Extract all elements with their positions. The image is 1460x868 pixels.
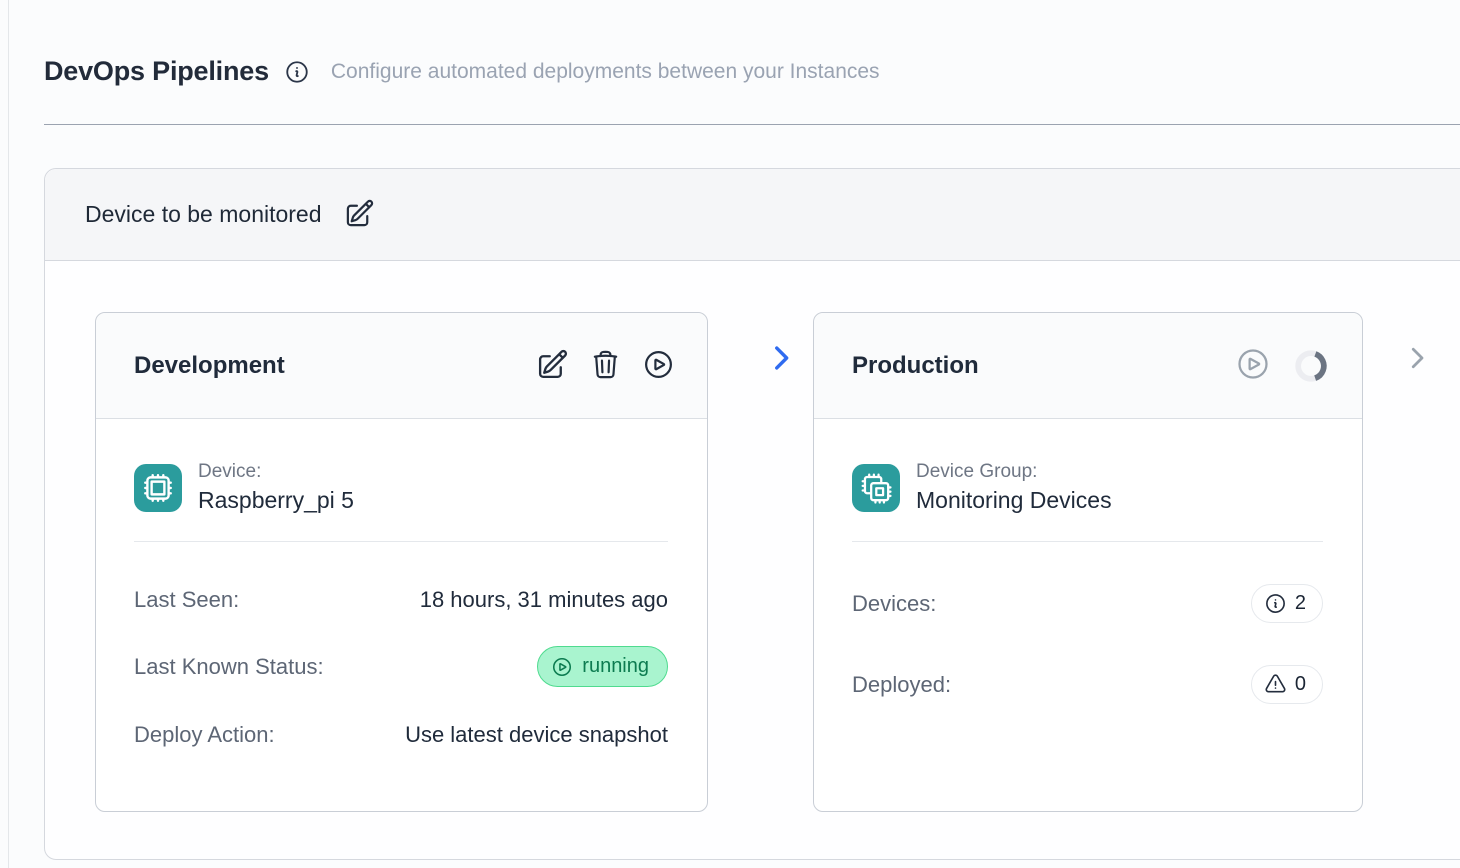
page-title: DevOps Pipelines	[44, 56, 269, 87]
status-badge: running	[537, 646, 668, 687]
edit-stage-button[interactable]	[536, 348, 569, 384]
status-badge-label: running	[582, 655, 649, 678]
devices-label: Devices:	[852, 591, 936, 617]
pencil-square-icon	[536, 348, 569, 384]
deploy-action-row: Deploy Action: Use latest device snapsho…	[134, 722, 668, 748]
last-seen-value: 18 hours, 31 minutes ago	[420, 587, 668, 613]
pencil-square-icon	[344, 198, 375, 232]
play-circle-icon	[551, 656, 573, 678]
development-card-body: Device: Raspberry_pi 5 Last Seen: 18 hou…	[96, 419, 707, 748]
development-title: Development	[134, 352, 285, 380]
card-divider	[852, 541, 1323, 542]
run-stage-button[interactable]	[642, 348, 675, 384]
development-actions	[536, 348, 675, 384]
info-icon[interactable]	[284, 59, 310, 85]
edit-pipeline-button[interactable]	[344, 198, 375, 232]
panel-title: Device to be monitored	[85, 201, 322, 228]
production-actions	[1235, 346, 1330, 385]
deployed-label: Deployed:	[852, 672, 951, 698]
deploy-action-value: Use latest device snapshot	[405, 722, 668, 748]
warning-triangle-icon	[1264, 673, 1287, 696]
last-known-status-row: Last Known Status: running	[134, 646, 668, 687]
development-card-header: Development	[96, 313, 707, 419]
deploy-action-label: Deploy Action:	[134, 722, 275, 748]
devices-count-badge[interactable]: 2	[1251, 584, 1323, 623]
production-card-header: Production	[814, 313, 1362, 419]
devices-count: 2	[1295, 592, 1306, 615]
last-seen-label: Last Seen:	[134, 587, 239, 613]
device-info: Device: Raspberry_pi 5	[198, 461, 354, 514]
devops-pipelines-page: DevOps Pipelines Configure automated dep…	[0, 0, 1460, 868]
development-stage-card: Development	[95, 312, 708, 812]
pipeline-flow-chevron-icon	[764, 341, 798, 380]
device-group-row: Device Group: Monitoring Devices	[852, 461, 1323, 514]
pipeline-panel: Device to be monitored Development	[44, 168, 1460, 860]
info-circle-icon	[1264, 592, 1287, 615]
deployed-count-badge[interactable]: 0	[1251, 665, 1323, 704]
delete-stage-button[interactable]	[590, 349, 621, 383]
cpu-chip-icon	[134, 464, 182, 512]
device-group-label: Device Group:	[916, 461, 1112, 483]
trash-icon	[590, 349, 621, 383]
pipeline-panel-header: Device to be monitored	[45, 169, 1460, 261]
last-known-status-label: Last Known Status:	[134, 654, 324, 680]
run-stage-button-disabled[interactable]	[1235, 346, 1271, 385]
production-title: Production	[852, 352, 979, 380]
scroll-next-chevron-icon[interactable]	[1402, 343, 1432, 378]
device-group-name: Monitoring Devices	[916, 487, 1112, 514]
device-name: Raspberry_pi 5	[198, 487, 354, 514]
loading-spinner-icon	[1292, 347, 1330, 385]
page-header: DevOps Pipelines Configure automated dep…	[44, 56, 1460, 87]
device-group-info: Device Group: Monitoring Devices	[916, 461, 1112, 514]
device-label: Device:	[198, 461, 354, 483]
production-card-body: Device Group: Monitoring Devices Devices…	[814, 419, 1362, 704]
pipeline-panel-body: Development	[45, 261, 1460, 859]
play-circle-icon	[1235, 346, 1271, 385]
page-subtitle: Configure automated deployments between …	[331, 60, 880, 84]
last-seen-row: Last Seen: 18 hours, 31 minutes ago	[134, 587, 668, 613]
deployed-row: Deployed: 0	[852, 665, 1323, 704]
production-stage-card: Production	[813, 312, 1363, 812]
play-circle-icon	[642, 348, 675, 384]
device-row: Device: Raspberry_pi 5	[134, 461, 668, 514]
content-left-border	[8, 0, 9, 868]
header-divider	[44, 124, 1460, 125]
devices-row: Devices: 2	[852, 584, 1323, 623]
cpu-chip-group-icon	[852, 464, 900, 512]
card-divider	[134, 541, 668, 542]
deployed-count: 0	[1295, 673, 1306, 696]
